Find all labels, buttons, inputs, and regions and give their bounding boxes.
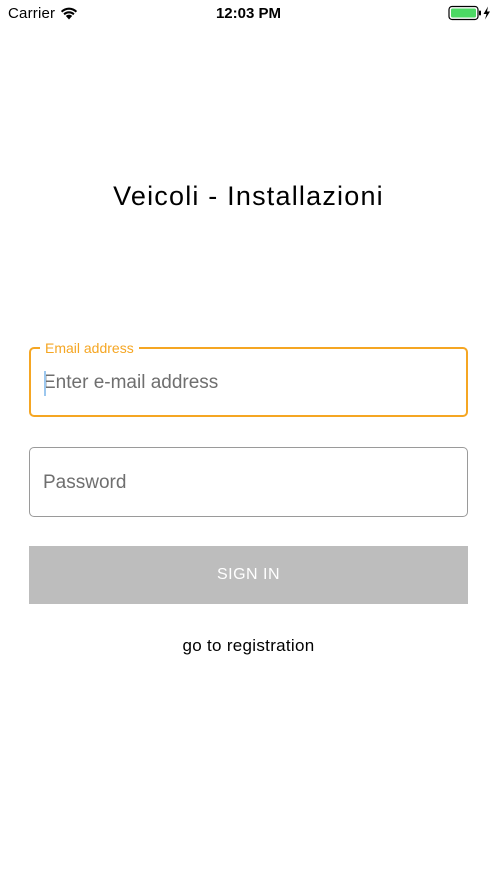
email-field-label: Email address [40, 339, 139, 357]
status-bar: Carrier 12:03 PM [0, 0, 497, 26]
email-input[interactable] [43, 369, 443, 397]
email-field[interactable]: Email address [29, 339, 468, 417]
text-cursor [44, 371, 46, 396]
battery-charging-icon [448, 5, 490, 21]
password-field[interactable] [29, 447, 468, 517]
go-to-registration-link[interactable]: go to registration [0, 636, 497, 656]
sign-in-button[interactable]: SIGN IN [29, 546, 468, 604]
status-time: 12:03 PM [215, 5, 282, 22]
app-title: Veicoli - Installazioni [113, 181, 384, 211]
password-input[interactable] [43, 469, 443, 497]
